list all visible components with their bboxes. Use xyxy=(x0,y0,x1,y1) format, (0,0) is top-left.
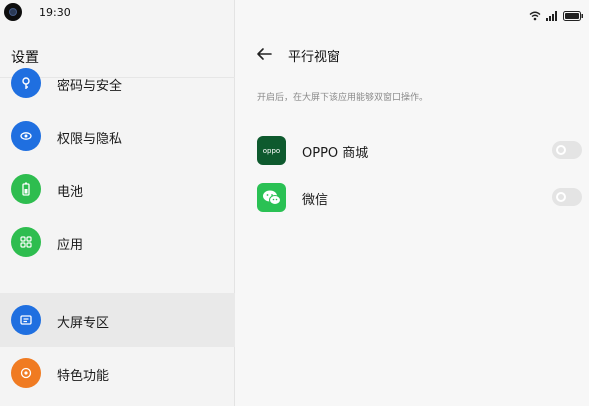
parallel-window-toggle[interactable] xyxy=(552,188,582,206)
battery-icon xyxy=(563,6,583,25)
front-camera xyxy=(4,3,22,21)
sidebar-item-label: 应用 xyxy=(57,238,84,253)
toggle-knob xyxy=(556,145,566,155)
sidebar-item-battery[interactable]: 电池 xyxy=(0,162,235,216)
sidebar-item-features[interactable]: 特色功能 xyxy=(0,346,235,400)
sidebar-item-label: 大屏专区 xyxy=(57,316,110,331)
sidebar-item-large-screen[interactable]: 大屏专区 xyxy=(0,293,235,347)
apps-grid-icon xyxy=(11,227,41,257)
wifi-icon xyxy=(529,6,541,25)
sidebar-item-label: 密码与安全 xyxy=(57,79,123,94)
toggle-knob xyxy=(556,192,566,202)
features-icon xyxy=(11,358,41,388)
sidebar-item-label: 特色功能 xyxy=(57,369,110,384)
signal-icon xyxy=(546,6,558,25)
wechat-icon xyxy=(257,183,286,212)
key-shield-icon xyxy=(11,68,41,98)
app-name: 微信 xyxy=(302,193,329,208)
battery-icon xyxy=(11,174,41,204)
sidebar-item-password-security[interactable]: 密码与安全 xyxy=(0,56,235,110)
sidebar-item-permissions-privacy[interactable]: 权限与隐私 xyxy=(0,109,235,163)
sidebar-item-label: 电池 xyxy=(57,185,84,200)
oppo-store-icon: oppo xyxy=(257,136,286,165)
status-time: 19:30 xyxy=(39,6,71,19)
sidebar-item-label: 权限与隐私 xyxy=(57,132,123,147)
settings-sidebar: 19:30 设置 密码与安全 权限与隐私 电池 应用 大屏专区 特色功能 xyxy=(0,0,235,406)
status-icons xyxy=(529,6,583,25)
privacy-icon xyxy=(11,121,41,151)
sidebar-item-apps[interactable]: 应用 xyxy=(0,215,235,269)
parallel-window-toggle[interactable] xyxy=(552,141,582,159)
app-row-wechat: 微信 xyxy=(257,183,589,223)
back-arrow-icon[interactable] xyxy=(255,45,273,63)
description-text: 开启后，在大屏下该应用能够双窗口操作。 xyxy=(257,93,429,103)
app-name: OPPO 商城 xyxy=(302,146,369,161)
page-title: 平行视窗 xyxy=(288,50,341,65)
large-screen-icon xyxy=(11,305,41,335)
app-row-oppo-store: oppo OPPO 商城 xyxy=(257,136,589,176)
